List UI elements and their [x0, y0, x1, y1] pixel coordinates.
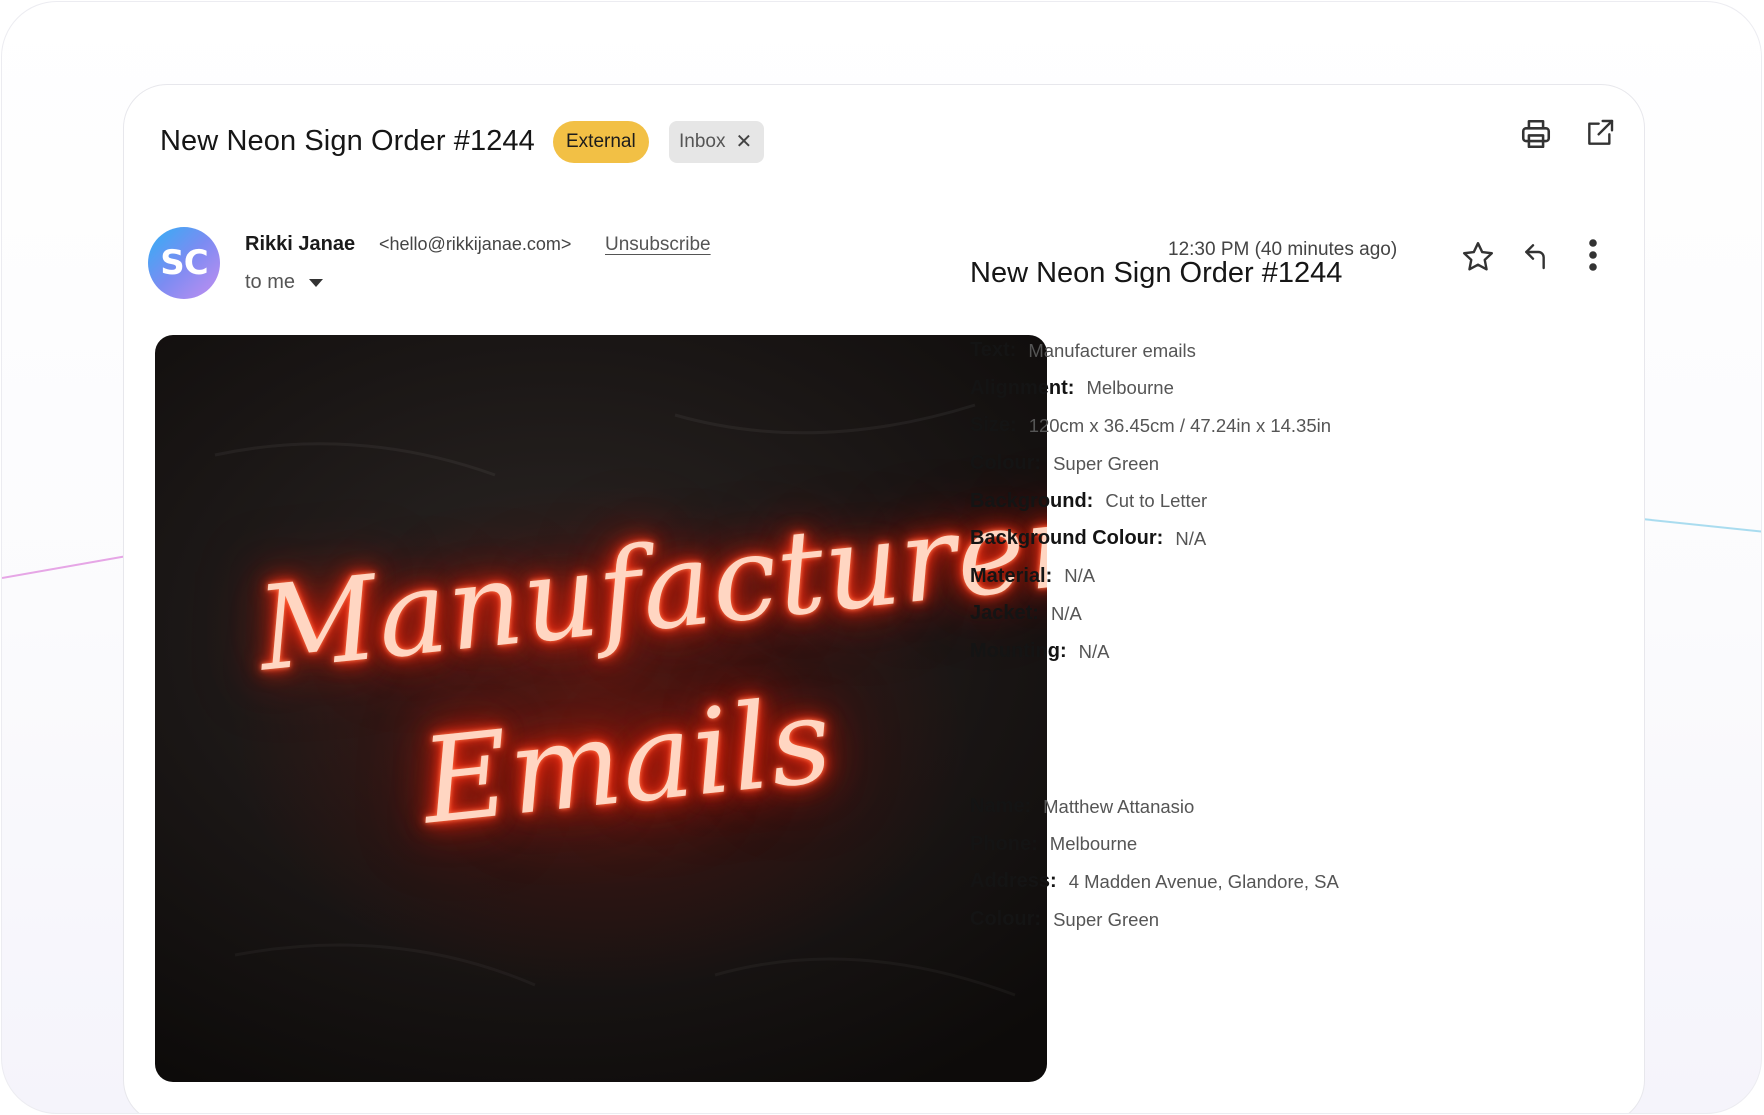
- more-vertical-icon[interactable]: [1573, 235, 1613, 275]
- field-row: Address: 4 Madden Avenue, Glandore, SA: [970, 863, 1339, 901]
- field-label: Jacket:: [970, 602, 1039, 625]
- field-label: Mounting:: [970, 640, 1067, 663]
- neon-sign-image: Manufacturer Emails: [155, 335, 1047, 1082]
- field-label: Colour:: [970, 452, 1042, 475]
- field-value: Super Green: [1053, 452, 1160, 474]
- sender-email: <hello@rikkijanae.com>: [379, 234, 572, 254]
- recipient-label: to me: [245, 271, 296, 293]
- close-icon[interactable]: ✕: [735, 121, 752, 163]
- field-row: Phone: Melbourne: [970, 826, 1339, 864]
- field-row: Background: Cut to Letter: [970, 482, 1331, 520]
- field-row: Mounting: N/A: [970, 633, 1331, 671]
- field-value: Matthew Attanasio: [1043, 795, 1195, 817]
- field-row: Jacket: N/A: [970, 595, 1331, 633]
- order-title: New Neon Sign Order #1244: [970, 257, 1343, 289]
- inbox-label-text: Inbox: [679, 131, 726, 152]
- chevron-down-icon[interactable]: [309, 278, 324, 287]
- field-label: Address:: [970, 870, 1057, 893]
- email-card: New Neon Sign Order #1244 External Inbox…: [123, 84, 1645, 1113]
- customer-fields: Name: Matthew Attanasio Phone: Melbourne A…: [970, 788, 1339, 938]
- external-label[interactable]: External: [553, 121, 649, 163]
- field-label: Colour:: [970, 908, 1042, 931]
- field-value: N/A: [1175, 527, 1207, 549]
- sender-avatar[interactable]: SC: [148, 227, 220, 299]
- sender-name[interactable]: Rikki Janae: [245, 233, 355, 256]
- recipient-dropdown[interactable]: to me: [245, 271, 324, 294]
- field-label: Name:: [970, 795, 1032, 818]
- order-fields: Text: Manufacturer emails Alignment: Melbo…: [970, 332, 1331, 670]
- star-icon[interactable]: [1458, 237, 1498, 277]
- reply-icon[interactable]: [1517, 236, 1557, 276]
- field-row: Background Colour: N/A: [970, 520, 1331, 558]
- field-value: Melbourne: [1049, 833, 1138, 855]
- field-value: Manufacturer emails: [1028, 339, 1196, 361]
- field-row: Colour: Super Green: [970, 901, 1339, 939]
- app-frame: New Neon Sign Order #1244 External Inbox…: [1, 1, 1762, 1114]
- field-row: Material: N/A: [970, 558, 1331, 596]
- field-label: Material:: [970, 564, 1053, 587]
- field-row: Text: Manufacturer emails: [970, 332, 1331, 370]
- inbox-label[interactable]: Inbox ✕: [669, 121, 765, 163]
- email-subject: New Neon Sign Order #1244: [160, 125, 535, 157]
- field-label: Alignment:: [970, 376, 1075, 399]
- field-value: 4 Madden Avenue, Glandore, SA: [1068, 870, 1339, 892]
- field-value: N/A: [1078, 640, 1110, 662]
- open-in-new-window-icon[interactable]: [1580, 113, 1620, 153]
- field-row: Name: Matthew Attanasio: [970, 788, 1339, 826]
- field-row: Alignment: Melbourne: [970, 370, 1331, 408]
- field-value: Melbourne: [1086, 377, 1174, 399]
- field-row: Size: 120cm x 36.45cm / 47.24in x 14.35in: [970, 407, 1331, 445]
- field-value: Super Green: [1053, 908, 1160, 930]
- field-label: Phone:: [970, 832, 1038, 855]
- print-icon[interactable]: [1516, 114, 1556, 154]
- field-label: Background:: [970, 489, 1094, 512]
- field-label: Size:: [970, 414, 1017, 437]
- field-label: Background Colour:: [970, 527, 1164, 550]
- field-value: Cut to Letter: [1105, 490, 1208, 512]
- field-value: N/A: [1050, 602, 1082, 624]
- unsubscribe-link[interactable]: Unsubscribe: [605, 234, 711, 256]
- field-row: Colour: Super Green: [970, 445, 1331, 483]
- field-value: N/A: [1064, 565, 1096, 587]
- field-value: 120cm x 36.45cm / 47.24in x 14.35in: [1028, 414, 1332, 436]
- field-label: Text:: [970, 339, 1017, 362]
